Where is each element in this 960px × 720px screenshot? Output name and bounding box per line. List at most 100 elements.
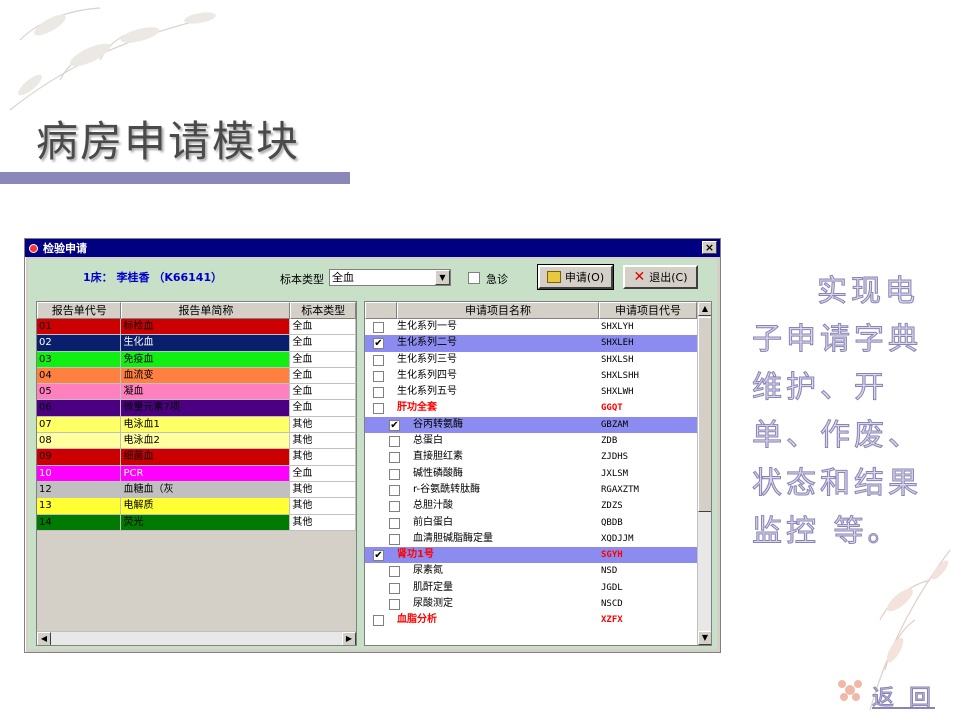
item-checkbox[interactable] [373, 615, 384, 627]
exit-button[interactable]: ✕ 退出(C) [623, 265, 698, 289]
item-name: 总胆汁酸 [413, 500, 453, 512]
horizontal-scrollbar[interactable]: ◀ ▶ [37, 631, 356, 645]
lab-request-dialog: 检验申请 × 1床： 李桂香 （K66141） 标本类型 全血 ▼ 急诊 申请(… [24, 238, 721, 653]
item-name: 尿酸测定 [413, 598, 453, 610]
table-row[interactable]: 14 荧光 其他 [37, 514, 356, 531]
list-item[interactable]: 尿素氮 NSD [365, 563, 711, 579]
item-code: SHXLWH [601, 387, 634, 398]
item-checkbox[interactable]: ✔ [373, 338, 384, 350]
item-checkbox[interactable]: ✔ [389, 419, 400, 431]
column-header[interactable]: 申请项目名称 [397, 302, 599, 319]
column-header[interactable]: 标本类型 [290, 302, 356, 319]
list-item[interactable]: 生化系列五号 SHXLWH [365, 384, 711, 400]
table-row[interactable]: 07 电泳血1 其他 [37, 416, 356, 434]
list-item[interactable]: 生化系列一号 SHXLYH [365, 319, 711, 335]
table-row[interactable]: 01 标检血 全血 [37, 319, 356, 336]
table-row[interactable]: 09 细菌血 其他 [37, 449, 356, 466]
list-item[interactable]: 总胆汁酸 ZDZS [365, 498, 711, 514]
report-code-cell: 03 [37, 351, 122, 368]
urgent-label: 急诊 [486, 273, 508, 286]
item-checkbox[interactable] [389, 452, 400, 464]
report-code-cell: 12 [37, 481, 122, 499]
item-name: 生化系列四号 [397, 369, 457, 381]
table-row[interactable]: 13 电解质 其他 [37, 498, 356, 515]
list-item[interactable]: 血脂分析 XZFX [365, 612, 711, 628]
arrow-left-icon[interactable]: ◀ [37, 632, 51, 645]
table-row[interactable]: 06 微量元素7项 全血 [37, 400, 356, 417]
item-checkbox[interactable] [389, 484, 400, 496]
list-item[interactable]: 肌酐定量 JGDL [365, 580, 711, 596]
item-checkbox[interactable] [389, 566, 400, 578]
scrollbar-thumb[interactable] [698, 317, 711, 512]
item-checkbox[interactable] [389, 599, 400, 611]
list-item[interactable]: 肝功全套 GGQT [365, 400, 711, 416]
close-icon[interactable]: × [702, 241, 717, 254]
report-code-cell: 13 [37, 498, 122, 515]
report-code-cell: 08 [37, 433, 122, 450]
report-name-cell: 标检血 [121, 319, 291, 336]
report-name-cell: PCR [121, 465, 291, 482]
report-name-cell: 免疫血 [121, 351, 291, 368]
report-name-cell: 电解质 [121, 498, 291, 515]
arrow-down-icon[interactable]: ▼ [698, 631, 711, 645]
vertical-scrollbar[interactable]: ▲ ▼ [697, 302, 711, 645]
column-header[interactable]: 报告单代号 [37, 302, 122, 319]
app-icon [29, 243, 38, 253]
item-checkbox[interactable] [373, 387, 384, 399]
table-row[interactable]: 04 血流变 全血 [37, 367, 356, 385]
table-row[interactable]: 12 血糖血（灰 其他 [37, 481, 356, 499]
specimen-type-value: 全血 [332, 271, 354, 284]
item-name: 前白蛋白 [413, 516, 453, 528]
specimen-cell: 全血 [290, 335, 356, 352]
item-checkbox[interactable] [373, 354, 384, 366]
exit-button-label: 退出(C) [649, 271, 688, 284]
item-checkbox[interactable]: ✔ [373, 550, 384, 562]
urgent-checkbox[interactable] [468, 272, 480, 284]
list-item[interactable]: 前白蛋白 QBDB [365, 515, 711, 531]
arrow-up-icon[interactable]: ▲ [698, 302, 711, 316]
table-row[interactable]: 05 凝血 全血 [37, 384, 356, 401]
item-code: QBDB [601, 517, 623, 528]
list-item[interactable]: 尿酸测定 NSCD [365, 596, 711, 612]
specimen-cell: 其他 [290, 449, 356, 466]
column-header[interactable]: 申请项目代号 [599, 302, 697, 319]
list-item[interactable]: 生化系列四号 SHXLSHH [365, 368, 711, 384]
list-item[interactable]: ✔ 肾功1号 SGYH [365, 547, 711, 564]
request-table-header: 申请项目名称 申请项目代号 [365, 302, 711, 319]
table-row[interactable]: 08 电泳血2 其他 [37, 433, 356, 450]
list-item[interactable]: 血清胆碱脂酶定量 XQDJJM [365, 531, 711, 547]
list-item[interactable]: 总蛋白 ZDB [365, 433, 711, 449]
item-checkbox[interactable] [373, 322, 384, 333]
item-checkbox[interactable] [389, 501, 400, 513]
list-item[interactable]: 生化系列三号 SHXLSH [365, 352, 711, 368]
apply-button[interactable]: 申请(O) [537, 264, 614, 290]
specimen-type-select[interactable]: 全血 ▼ [329, 269, 451, 286]
list-item[interactable]: r-谷氨酰转肽酶 RGAXZTM [365, 482, 711, 498]
chevron-down-icon[interactable]: ▼ [435, 270, 450, 285]
list-item[interactable]: ✔ 生化系列二号 SHXLEH [365, 335, 711, 352]
arrow-right-icon[interactable]: ▶ [342, 632, 356, 645]
item-checkbox[interactable] [389, 533, 400, 545]
item-code: SGYH [601, 550, 623, 561]
report-code-cell: 05 [37, 384, 122, 401]
item-checkbox[interactable] [389, 517, 400, 529]
table-row[interactable]: 10 PCR 全血 [37, 465, 356, 482]
back-link[interactable]: 返 回 [872, 680, 935, 712]
item-checkbox[interactable] [373, 370, 384, 382]
table-row[interactable]: 02 生化血 全血 [37, 335, 356, 352]
list-item[interactable]: 碱性磷酸酶 JXLSM [365, 466, 711, 482]
item-checkbox[interactable] [389, 468, 400, 480]
table-row[interactable]: 03 免疫血 全血 [37, 351, 356, 368]
item-name: 血清胆碱脂酶定量 [413, 532, 493, 544]
item-checkbox[interactable] [389, 436, 400, 448]
item-checkbox[interactable] [373, 403, 384, 415]
column-header[interactable]: 报告单简称 [121, 302, 291, 319]
request-item-table: 申请项目名称 申请项目代号 生化系列一号 SHXLYH ✔ 生化系列二号 SHXLEH 生… [364, 301, 712, 646]
item-code: SHXLSHH [601, 370, 639, 381]
specimen-cell: 其他 [290, 514, 356, 531]
report-name-cell: 荧光 [121, 514, 291, 531]
list-item[interactable]: ✔ 谷丙转氨酶 GBZAM [365, 416, 711, 434]
list-item[interactable]: 直接胆红素 ZJDHS [365, 449, 711, 465]
specimen-cell: 其他 [290, 433, 356, 450]
item-checkbox[interactable] [389, 582, 400, 594]
